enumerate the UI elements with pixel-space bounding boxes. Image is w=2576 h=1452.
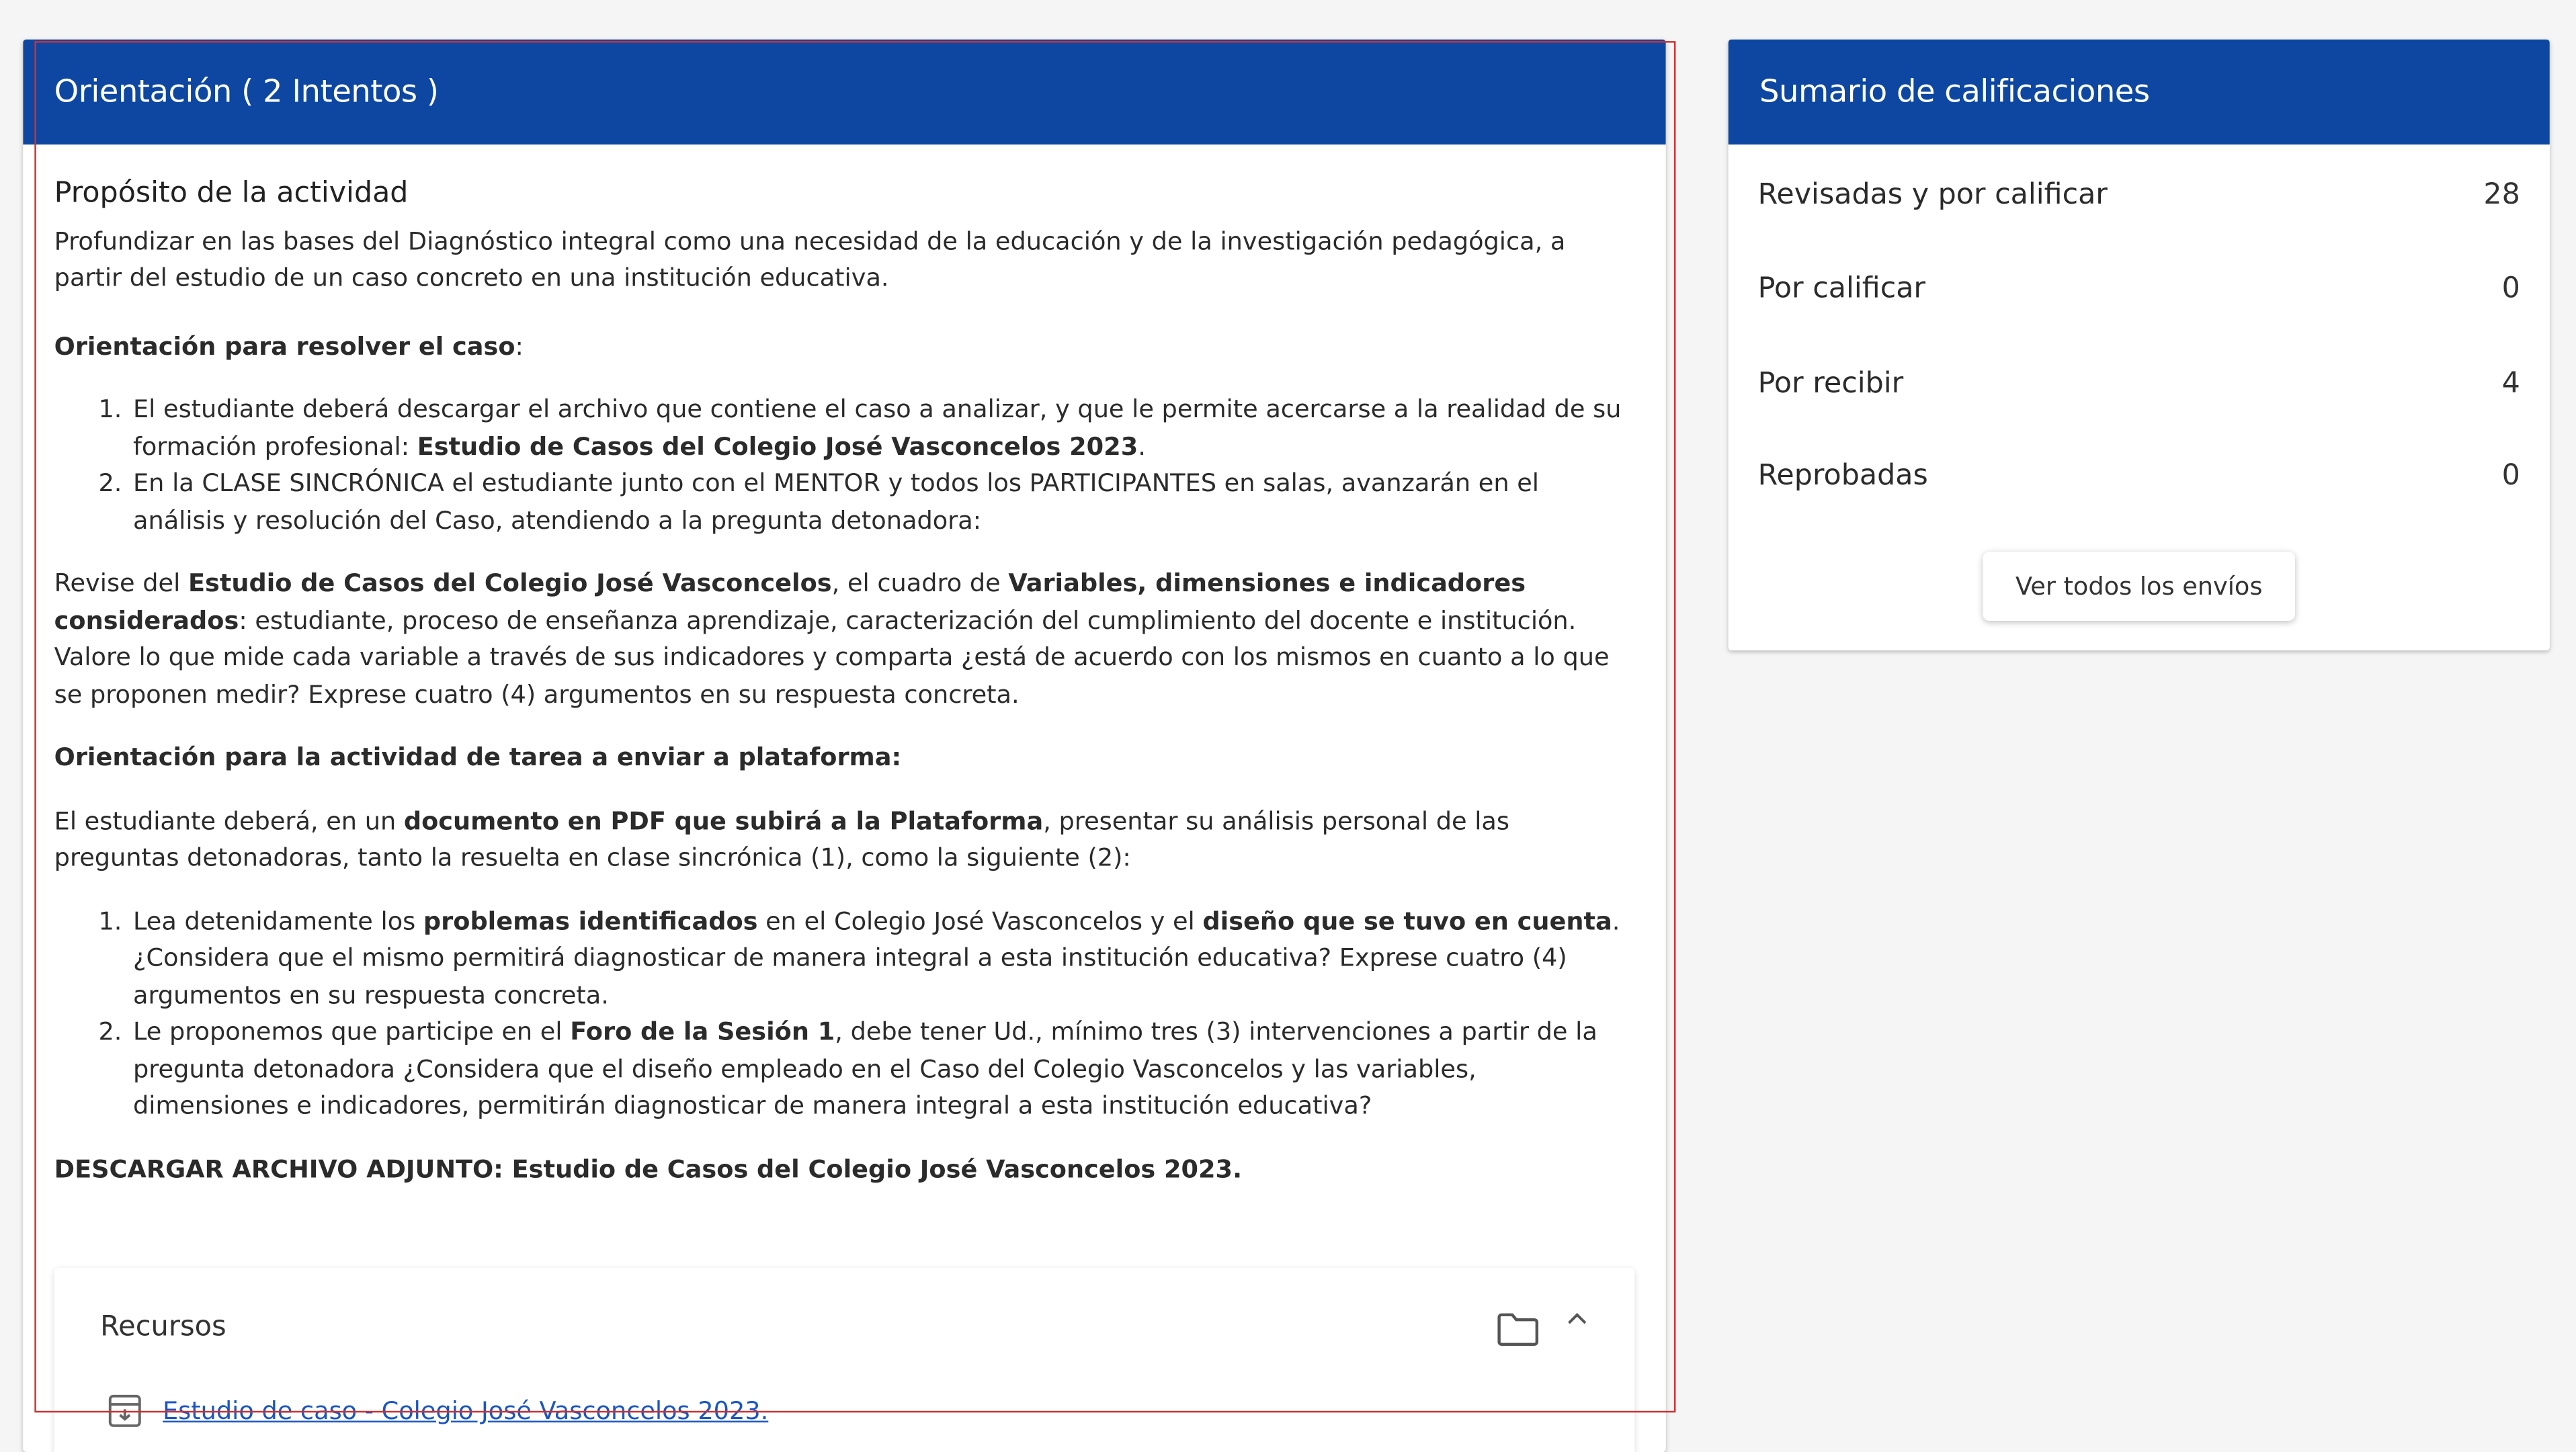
purpose-title: Propósito de la actividad [54, 177, 409, 210]
task-steps-list: Lea detenidamente los problemas identifi… [130, 902, 1634, 1124]
case-step: El estudiante deberá descargar el archiv… [130, 391, 1634, 465]
summary-row-failed[interactable]: Reprobadas 0 [1758, 455, 2520, 498]
resource-link[interactable]: Estudio de caso - Colegio José Vasconcel… [163, 1396, 768, 1426]
archive-file-icon [108, 1394, 141, 1427]
summary-row-count: 0 [2501, 272, 2520, 306]
summary-row-count: 28 [2483, 179, 2520, 212]
summary-row-reviewed[interactable]: Revisadas y por calificar 28 [1758, 174, 2520, 217]
task-step: Le proponemos que participe en el Foro d… [130, 1013, 1634, 1124]
chevron-up-icon[interactable] [1566, 1308, 1589, 1330]
summary-row-to-receive[interactable]: Por recibir 4 [1758, 363, 2520, 406]
activity-header: Orientación ( 2 Intentos ) [23, 39, 1666, 145]
task-heading: Orientación para la actividad de tarea a… [54, 742, 902, 772]
summary-title: Sumario de calificaciones [1759, 74, 2150, 110]
resource-item[interactable]: Estudio de caso - Colegio José Vasconcel… [107, 1393, 768, 1429]
task-intro: El estudiante deberá, en un documento en… [54, 806, 1509, 873]
folder-icon[interactable] [1497, 1311, 1540, 1347]
resources-title: Recursos [100, 1310, 226, 1344]
review-paragraph: Revise del Estudio de Casos del Colegio … [54, 568, 1610, 709]
case-steps-list: El estudiante deberá descargar el archiv… [130, 391, 1634, 539]
activity-title: Orientación ( 2 Intentos ) [54, 74, 439, 110]
task-step: Lea detenidamente los problemas identifi… [130, 902, 1634, 1013]
grading-summary-card: Sumario de calificaciones Revisadas y po… [1728, 39, 2550, 651]
summary-header: Sumario de calificaciones [1728, 39, 2550, 145]
summary-row-label: Por recibir [1757, 368, 1904, 401]
resources-panel: Recursos Estudio de caso - Colegio José … [54, 1268, 1635, 1452]
summary-row-label: Por calificar [1757, 272, 1926, 306]
page: Orientación ( 2 Intentos ) Propósito de … [0, 0, 2576, 1452]
summary-row-count: 4 [2501, 368, 2520, 401]
view-all-submissions-button[interactable]: Ver todos los envíos [1983, 552, 2295, 622]
activity-card: Orientación ( 2 Intentos ) Propósito de … [23, 39, 1666, 1452]
case-step: En la CLASE SINCRÓNICA el estudiante jun… [130, 465, 1634, 539]
summary-row-to-grade[interactable]: Por calificar 0 [1758, 267, 2520, 310]
download-attachment-label: DESCARGAR ARCHIVO ADJUNTO: Estudio de Ca… [54, 1154, 1243, 1184]
case-heading: Orientación para resolver el caso: [54, 331, 524, 361]
summary-row-count: 0 [2501, 460, 2520, 493]
summary-row-label: Reprobadas [1757, 460, 1928, 493]
summary-row-label: Revisadas y por calificar [1757, 179, 2108, 212]
activity-body: Propósito de la actividad Profundizar en… [23, 144, 1666, 1187]
purpose-text: Profundizar en las bases del Diagnóstico… [54, 226, 1566, 293]
